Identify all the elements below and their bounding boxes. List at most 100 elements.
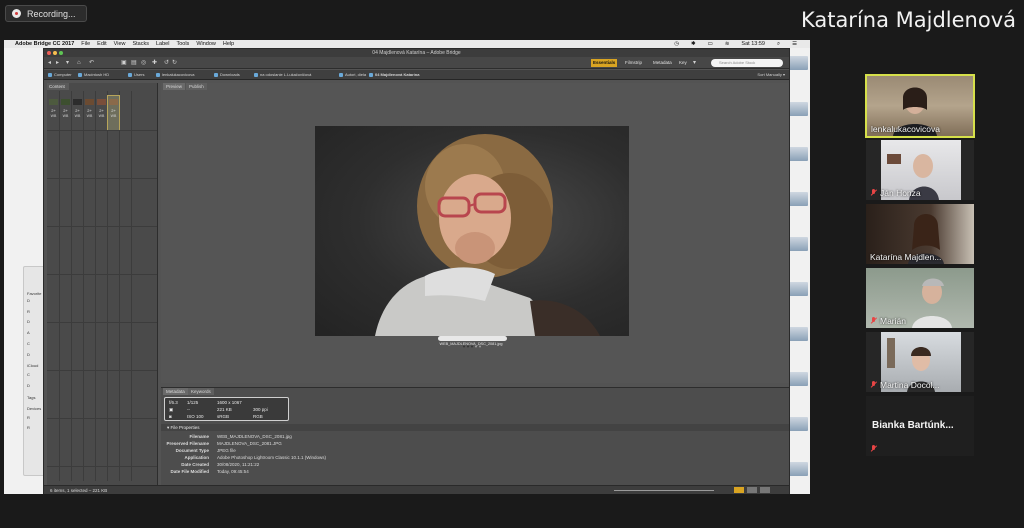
content-thumbnail[interactable]: 2+ WB [72, 96, 83, 130]
content-thumbnail[interactable]: 2+ WB [48, 96, 59, 130]
breadcrumb-item[interactable]: Computer [48, 70, 72, 79]
finder-sidebar-item[interactable]: A [27, 330, 30, 335]
grid-line [83, 91, 84, 481]
tab-keywords[interactable]: Keywords [188, 388, 214, 395]
metadata-value[interactable]: WEB_MAJDLENOVA_DSC_2081.jpg [217, 433, 292, 440]
finder-sidebar-item[interactable]: D [27, 352, 30, 357]
recent-icon[interactable]: ▾ [66, 60, 72, 66]
control-center-icon[interactable]: ☰ [792, 41, 797, 47]
metadata-placard: f/6.3 1/125 ▣ -- ◙ ISO 100 1600 x 1067 2… [164, 397, 289, 421]
desktop-file-icon[interactable] [788, 102, 808, 116]
finder-sidebar-item[interactable]: D [27, 298, 30, 303]
rotate-left-icon[interactable]: ↺ [164, 60, 170, 66]
breadcrumb-item[interactable]: 04 Majdlenová Katarína [369, 70, 419, 79]
finder-sidebar-item[interactable]: C [27, 372, 30, 377]
breadcrumb-item[interactable]: Users [128, 70, 144, 79]
workspace-metadata[interactable]: Metadata [651, 59, 674, 67]
placard-aperture: f/6.3 [169, 400, 178, 405]
desktop-file-icon[interactable] [788, 417, 808, 431]
workspace-menu-icon[interactable]: ▾ [693, 60, 699, 66]
desktop-file-icon[interactable] [788, 327, 808, 341]
output-icon[interactable]: ✚ [152, 60, 158, 66]
participant-tile[interactable]: lenkalukacovicova [865, 74, 975, 138]
workspace-filmstrip[interactable]: Filmstrip [623, 59, 644, 67]
bridge-toolbar: ◂ ▸ ▾ ⌂ ↶ ▣ ▤ ◎ ✚ ↺ ↻ Essentials Filmstr… [44, 57, 789, 69]
finder-sidebar-item[interactable]: D [27, 383, 30, 388]
menu-edit[interactable]: Edit [97, 41, 106, 47]
menubar-app-name[interactable]: Adobe Bridge CC 2017 [15, 41, 74, 47]
finder-sidebar-item[interactable]: C [27, 341, 30, 346]
finder-sidebar-item[interactable]: R [27, 425, 30, 430]
menu-file[interactable]: File [81, 41, 90, 47]
content-tab[interactable]: Content [47, 83, 69, 90]
content-thumbnail[interactable]: 2+ WB [84, 96, 95, 130]
menu-stacks[interactable]: Stacks [132, 41, 149, 47]
content-thumbnail[interactable]: 2+ WB [60, 96, 71, 130]
tab-metadata[interactable]: Metadata [163, 388, 188, 395]
minimize-window-icon[interactable] [53, 51, 57, 55]
workspace-key[interactable]: Key [677, 59, 689, 67]
open-in-camera-raw-icon[interactable]: ◎ [141, 60, 147, 66]
menu-tools[interactable]: Tools [176, 41, 189, 47]
tab-preview[interactable]: Preview [163, 83, 186, 90]
finder-sidebar-item[interactable]: R [27, 309, 30, 314]
finder-sidebar-item[interactable]: R [27, 415, 30, 420]
menubar-clock[interactable]: Sat 13:59 [741, 41, 765, 47]
forward-icon[interactable]: ▸ [56, 60, 62, 66]
return-icon[interactable]: ↶ [89, 60, 95, 66]
desktop-file-icon[interactable] [788, 147, 808, 161]
breadcrumb-item[interactable]: Macintosh HD [78, 70, 109, 79]
desktop-file-icon[interactable] [788, 237, 808, 251]
back-icon[interactable]: ◂ [48, 60, 54, 66]
participant-tile[interactable]: Martina Docol... [866, 332, 974, 392]
filmstrip-dots[interactable] [438, 336, 507, 348]
breadcrumb-item[interactable]: Downloads [214, 70, 240, 79]
participant-tile[interactable]: Katarína Majdlen... [866, 204, 974, 264]
content-panel: Content 2+ WB 2+ WB 2+ WB 2+ WB 2+ WB 2+… [47, 83, 158, 493]
thumbnail-size-slider[interactable] [614, 490, 714, 491]
menu-help[interactable]: Help [223, 41, 234, 47]
desktop-file-icon[interactable] [788, 462, 808, 476]
participant-tile[interactable]: Marián [866, 268, 974, 328]
breadcrumb-item[interactable]: lenkalukacovicova [156, 70, 194, 79]
view-details-icon[interactable] [747, 487, 757, 493]
thumbnail-sub: WB [50, 114, 57, 118]
tab-publish[interactable]: Publish [186, 83, 207, 90]
breadcrumb-item[interactable]: na odoslanie L.Lukačovičová [254, 70, 311, 79]
bluetooth-icon[interactable]: ✱ [691, 41, 696, 47]
finder-sidebar-item[interactable]: D [27, 319, 30, 324]
refine-icon[interactable]: ▤ [131, 60, 137, 66]
breadcrumb-item[interactable]: Autori, diela [339, 70, 366, 79]
rotate-right-icon[interactable]: ↻ [172, 60, 178, 66]
desktop-file-icon[interactable] [788, 192, 808, 206]
menu-window[interactable]: Window [196, 41, 216, 47]
battery-icon[interactable]: ▭ [708, 41, 713, 47]
recording-button[interactable]: Recording... [5, 5, 87, 22]
desktop-file-icon[interactable] [788, 282, 808, 296]
time-machine-icon[interactable]: ◷ [674, 41, 679, 47]
close-window-icon[interactable] [47, 51, 51, 55]
grid-line [119, 91, 120, 481]
menu-view[interactable]: View [114, 41, 126, 47]
zoom-window-icon[interactable] [59, 51, 63, 55]
preview-image[interactable] [315, 126, 629, 336]
search-icon[interactable]: ⌕ [777, 41, 780, 48]
adobe-stock-search-input[interactable]: Search Adobe Stock [711, 59, 783, 67]
view-list-icon[interactable] [760, 487, 770, 493]
get-photos-icon[interactable]: ▣ [121, 60, 127, 66]
menu-label[interactable]: Label [156, 41, 169, 47]
view-grid-icon[interactable] [734, 487, 744, 493]
content-thumbnail-selected[interactable]: 2+ WB [107, 95, 120, 131]
wifi-icon[interactable]: ≋ [725, 41, 730, 47]
participant-tile[interactable]: Bianka Bartúnk... [866, 396, 974, 456]
sort-control[interactable]: Sort Manually ▾ [757, 70, 785, 79]
content-thumbnail[interactable]: 2+ WB [96, 96, 107, 130]
parent-folder-icon[interactable]: ⌂ [77, 60, 83, 66]
desktop-file-icon[interactable] [788, 372, 808, 386]
file-properties-header[interactable]: ▾ File Properties [161, 424, 789, 431]
finder-sidebar-item[interactable]: Favorite [27, 291, 41, 296]
workspace-essentials[interactable]: Essentials [591, 59, 618, 67]
desktop-file-icon[interactable] [788, 56, 808, 70]
thumbnail-sub: WB [62, 114, 69, 118]
participant-tile[interactable]: Ján Honza [866, 140, 974, 200]
